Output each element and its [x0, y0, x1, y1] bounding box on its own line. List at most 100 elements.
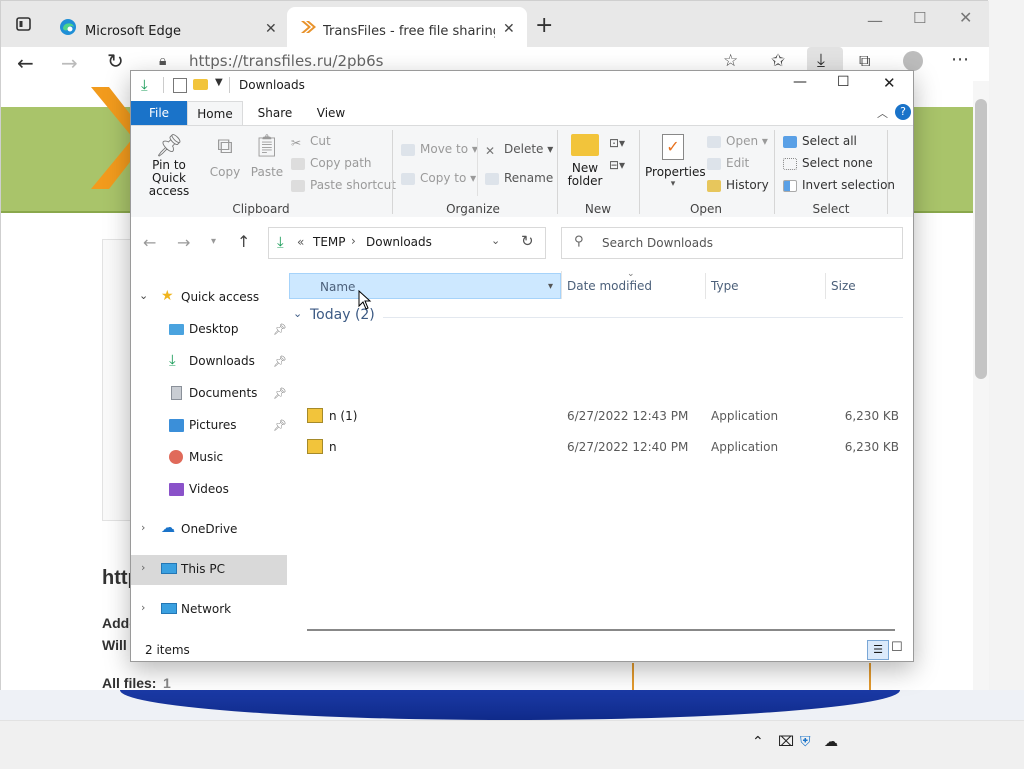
details-view-icon[interactable]: ☰ — [867, 640, 889, 660]
more-icon[interactable]: ⋯ — [951, 49, 969, 70]
nav-this-pc[interactable]: › This PC — [131, 555, 287, 585]
nav-item-desktop[interactable]: Desktop 📌︎ — [131, 315, 287, 345]
tab-view[interactable]: View — [303, 101, 359, 125]
collapse-chevron-icon[interactable]: ⌄ — [293, 307, 302, 320]
close-icon[interactable]: ✕ — [883, 74, 896, 92]
collections-icon[interactable]: ⧉ — [859, 51, 870, 71]
back-icon[interactable]: ← — [17, 51, 34, 75]
tab-share[interactable]: Share — [247, 101, 303, 125]
tab-file[interactable]: File — [131, 101, 187, 125]
column-divider[interactable] — [561, 271, 562, 299]
help-icon[interactable]: ? — [895, 104, 911, 120]
tab-actions-icon[interactable] — [15, 15, 33, 33]
column-dropdown-icon[interactable]: ▾ — [548, 274, 553, 300]
new-item-icon[interactable]: ⊡▾ — [609, 136, 625, 150]
tab-transfiles[interactable]: TransFiles - free file sharing serv ✕ — [287, 7, 527, 47]
invert-selection-button[interactable]: Invert selection — [783, 178, 895, 192]
security-shield-icon[interactable]: ⛨ — [800, 734, 811, 750]
column-header-size[interactable]: Size — [831, 273, 901, 299]
lock-icon[interactable]: 🔒︎ — [159, 53, 166, 69]
new-tab-icon[interactable]: + — [535, 13, 553, 38]
path-segment-temp[interactable]: TEMP — [313, 235, 346, 249]
close-tab-icon[interactable]: ✕ — [503, 21, 515, 37]
nav-network[interactable]: › Network — [131, 595, 287, 625]
column-divider[interactable] — [705, 273, 706, 299]
select-all-button[interactable]: Select all — [783, 134, 857, 148]
search-placeholder[interactable]: Search Downloads — [602, 236, 713, 250]
minimize-icon[interactable]: — — [793, 74, 807, 90]
paste-shortcut-button[interactable]: Paste shortcut — [291, 178, 396, 192]
qat-dropdown-icon[interactable]: ▼ — [215, 77, 223, 88]
expand-chevron-icon[interactable]: › — [141, 521, 145, 534]
pin-icon[interactable]: 📌︎ — [273, 355, 287, 368]
up-icon[interactable]: ↑ — [237, 232, 250, 251]
paste-button[interactable]: 📋︎ Paste — [249, 134, 285, 194]
maximize-icon[interactable]: ☐ — [837, 74, 850, 90]
close-window-icon[interactable]: ✕ — [959, 8, 972, 27]
path-history-dropdown-icon[interactable]: ⌄ — [491, 234, 500, 247]
move-to-button[interactable]: Move to ▾ — [401, 142, 478, 156]
url-text[interactable]: https://transfiles.ru/2pb6s — [189, 52, 383, 70]
nav-item-music[interactable]: Music — [131, 443, 287, 473]
maximize-icon[interactable]: ☐ — [913, 9, 926, 27]
nav-quick-access[interactable]: ⌄ ★ Quick access — [131, 283, 287, 313]
file-row[interactable]: n 6/27/2022 12:40 PM Application 6,230 K… — [289, 432, 905, 462]
easy-access-icon[interactable]: ⊟▾ — [609, 158, 625, 172]
path-overflow[interactable]: « — [297, 235, 304, 249]
refresh-icon[interactable]: ↻ — [107, 49, 124, 73]
pin-to-quick-access-button[interactable]: 📌︎ Pin to Quick access — [137, 134, 201, 198]
tab-home[interactable]: Home — [187, 101, 243, 125]
close-tab-icon[interactable]: ✕ — [265, 21, 277, 37]
copy-path-button[interactable]: Copy path — [291, 156, 372, 170]
refresh-icon[interactable]: ↻ — [521, 232, 534, 250]
history-button[interactable]: History — [707, 178, 769, 192]
collapse-ribbon-icon[interactable]: ︿ — [877, 105, 888, 121]
profile-avatar[interactable] — [903, 51, 923, 71]
folder-qat-icon[interactable] — [193, 79, 208, 90]
search-box[interactable]: ⚲ Search Downloads — [561, 227, 903, 259]
chevron-up-icon[interactable]: ⌃ — [752, 734, 764, 750]
pin-icon[interactable]: 📌︎ — [273, 387, 287, 400]
expand-chevron-icon[interactable]: ⌄ — [139, 289, 148, 302]
open-button[interactable]: Open ▾ — [707, 134, 768, 148]
large-icons-view-icon[interactable]: ☐ — [891, 640, 903, 655]
add-favorite-icon[interactable]: ☆ — [723, 51, 738, 71]
forward-icon[interactable]: → — [61, 51, 78, 75]
expand-chevron-icon[interactable]: › — [141, 561, 145, 574]
nav-item-documents[interactable]: Documents 📌︎ — [131, 379, 287, 409]
usb-icon[interactable]: ⌧ — [778, 734, 794, 750]
column-header-name[interactable]: Name ▾ — [289, 273, 561, 299]
nav-item-downloads[interactable]: ⤓ Downloads 📌︎ — [131, 347, 287, 377]
onedrive-offline-icon[interactable]: ☁ — [824, 734, 838, 750]
back-icon[interactable]: ← — [143, 233, 156, 252]
tab-microsoft-edge[interactable]: Microsoft Edge ✕ — [47, 7, 285, 47]
scroll-thumb[interactable] — [975, 99, 987, 379]
recent-locations-icon[interactable]: ▾ — [211, 236, 216, 247]
horizontal-scrollbar[interactable] — [307, 629, 895, 631]
expand-chevron-icon[interactable]: › — [141, 601, 145, 614]
copy-button[interactable]: ⧉ Copy — [207, 134, 243, 194]
file-row[interactable]: n (1) 6/27/2022 12:43 PM Application 6,2… — [289, 401, 905, 431]
path-segment-downloads[interactable]: Downloads — [366, 235, 432, 249]
properties-button[interactable]: ✓ Properties ▾ — [645, 134, 706, 200]
column-header-date[interactable]: Date modified ⌄ — [567, 269, 697, 299]
properties-qat-icon[interactable] — [173, 78, 187, 93]
edit-button[interactable]: Edit — [707, 156, 749, 170]
rename-button[interactable]: Rename — [485, 171, 553, 185]
column-divider[interactable] — [825, 273, 826, 299]
favorites-icon[interactable]: ✩ — [771, 51, 785, 71]
pin-icon[interactable]: 📌︎ — [273, 419, 287, 432]
select-none-button[interactable]: Select none — [783, 156, 873, 170]
group-header-today[interactable]: ⌄ Today (2) — [293, 305, 905, 329]
copy-to-button[interactable]: Copy to ▾ — [401, 171, 476, 185]
pin-icon[interactable]: 📌︎ — [273, 323, 287, 336]
cut-button[interactable]: ✂ Cut — [291, 134, 331, 150]
column-header-type[interactable]: Type — [711, 273, 821, 299]
nav-item-pictures[interactable]: Pictures 📌︎ — [131, 411, 287, 441]
forward-icon[interactable]: → — [177, 233, 190, 252]
minimize-icon[interactable]: — — [867, 11, 883, 30]
address-path[interactable]: ⤓ « TEMP › Downloads ⌄ ↻ — [268, 227, 546, 259]
nav-item-videos[interactable]: Videos — [131, 475, 287, 505]
nav-onedrive[interactable]: › ☁ OneDrive — [131, 515, 287, 545]
new-folder-button[interactable]: New folder — [565, 134, 605, 200]
